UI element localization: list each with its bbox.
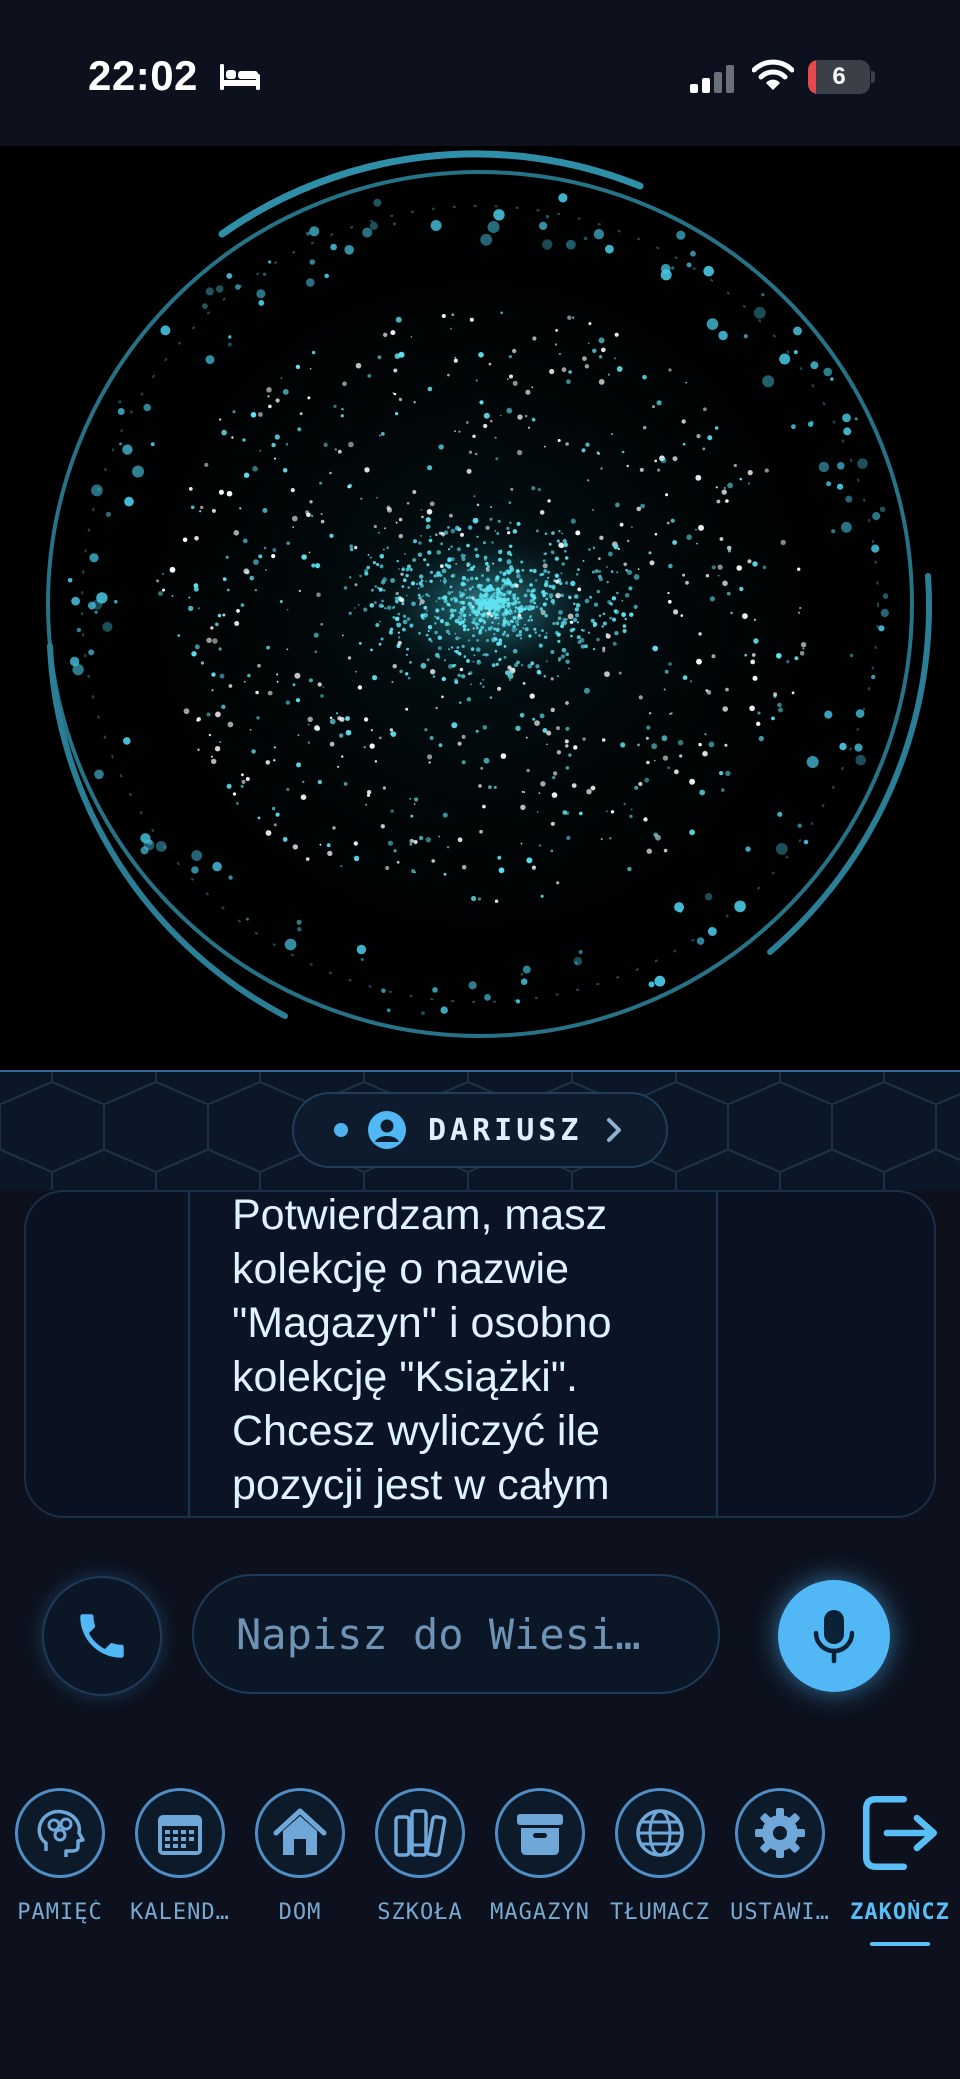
home-icon bbox=[273, 1808, 327, 1855]
exit-icon bbox=[862, 1795, 938, 1871]
assistant-message-text: Potwierdzam, masz kolekcję o nazwie "Mag… bbox=[232, 1191, 612, 1516]
archive-box-icon bbox=[517, 1814, 563, 1855]
brain-icon bbox=[37, 1809, 85, 1857]
bed-icon bbox=[220, 64, 260, 90]
nav-label: SZKOŁA bbox=[377, 1900, 463, 1925]
status-dot bbox=[334, 1123, 348, 1137]
nav-label: PAMIĘĆ bbox=[17, 1900, 103, 1925]
nav-item-ustawienia[interactable]: USTAWI… bbox=[720, 1780, 840, 1950]
nav-item-kalendarz[interactable]: KALEND… bbox=[120, 1780, 240, 1950]
nav-label: USTAWI… bbox=[730, 1900, 830, 1925]
nav-item-dom[interactable]: DOM bbox=[240, 1780, 360, 1950]
nav-label: ZAKOŃCZ bbox=[850, 1900, 950, 1925]
nav-label: TŁUMACZ bbox=[610, 1900, 710, 1925]
nav-label: MAGAZYN bbox=[490, 1900, 590, 1925]
user-name: DARIUSZ bbox=[428, 1112, 583, 1148]
nav-item-tlumacz[interactable]: TŁUMACZ bbox=[600, 1780, 720, 1950]
wifi-icon bbox=[752, 59, 794, 90]
battery-icon: 6 bbox=[808, 60, 875, 94]
bottom-navigation: PAMIĘĆ KALEND… DOM SZKOŁA MAGAZYN TŁUMAC… bbox=[0, 1780, 960, 1960]
particle-orb-visual bbox=[10, 146, 950, 1070]
call-button[interactable] bbox=[42, 1576, 162, 1696]
assistant-message-card[interactable]: Potwierdzam, masz kolekcję o nazwie "Mag… bbox=[24, 1190, 936, 1518]
nav-label: KALEND… bbox=[130, 1900, 230, 1925]
nav-label: DOM bbox=[278, 1900, 322, 1925]
signal-icon bbox=[690, 65, 734, 93]
nav-item-pamiec[interactable]: PAMIĘĆ bbox=[0, 1780, 120, 1950]
gear-icon bbox=[755, 1808, 805, 1858]
calendar-icon bbox=[158, 1815, 202, 1855]
battery-level: 6 bbox=[832, 63, 846, 90]
microphone-button[interactable] bbox=[778, 1580, 890, 1692]
nav-item-magazyn[interactable]: MAGAZYN bbox=[480, 1780, 600, 1950]
books-icon bbox=[394, 1809, 447, 1858]
phone-icon bbox=[80, 1614, 124, 1658]
nav-item-szkola[interactable]: SZKOŁA bbox=[360, 1780, 480, 1950]
user-profile-button[interactable]: DARIUSZ bbox=[292, 1092, 668, 1168]
message-input[interactable] bbox=[192, 1574, 720, 1694]
nav-item-zakoncz[interactable]: ZAKOŃCZ bbox=[840, 1780, 960, 1950]
user-avatar-icon bbox=[368, 1111, 406, 1149]
microphone-icon bbox=[813, 1610, 855, 1664]
assistant-orb bbox=[0, 146, 960, 1070]
active-tab-indicator bbox=[870, 1942, 930, 1946]
globe-icon bbox=[636, 1809, 684, 1857]
chevron-right-icon bbox=[607, 1118, 622, 1142]
status-bar: 22:02 6 bbox=[0, 0, 960, 146]
status-time: 22:02 bbox=[88, 52, 198, 99]
